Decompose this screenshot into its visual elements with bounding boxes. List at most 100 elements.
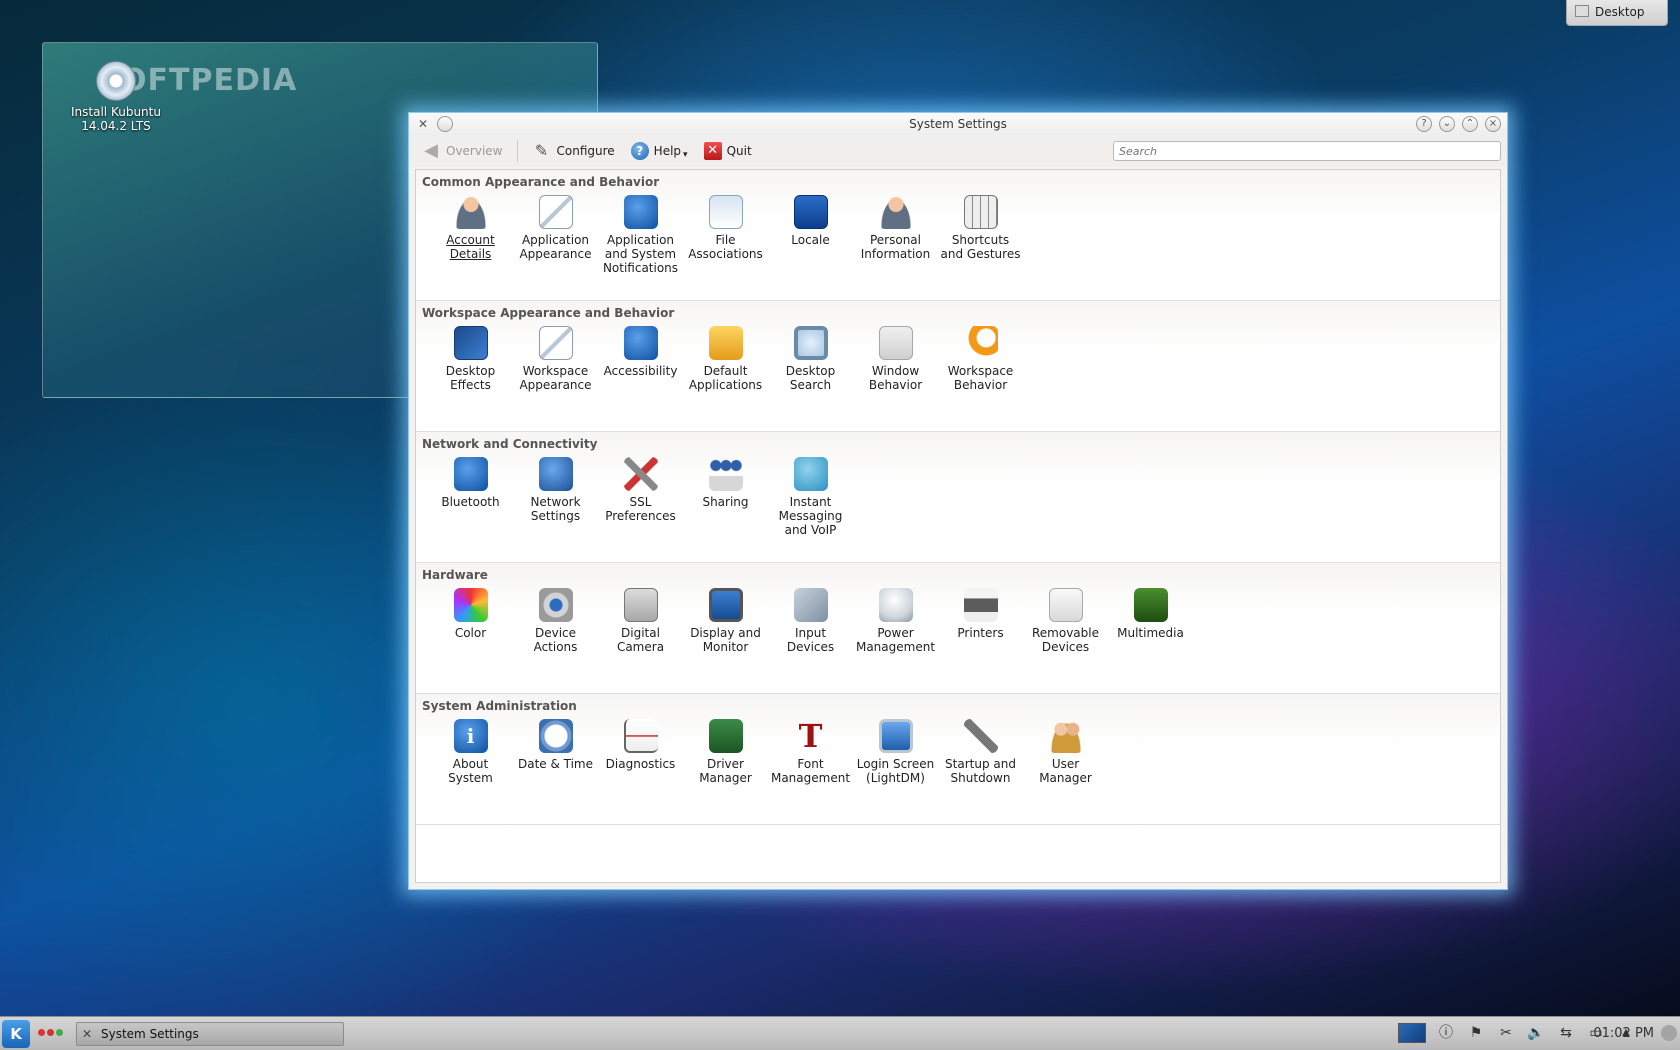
chevron-down-icon: ▾ — [683, 150, 688, 160]
settings-item[interactable]: Device Actions — [513, 586, 598, 654]
settings-item-label: Management — [855, 640, 936, 654]
minimize-button[interactable]: ⌄ — [1439, 116, 1455, 132]
settings-item[interactable]: Account Details — [428, 193, 513, 275]
maximize-button[interactable]: ⌃ — [1462, 116, 1478, 132]
settings-item-label: Workspace — [947, 364, 1014, 378]
settings-item[interactable]: Startup and Shutdown — [938, 717, 1023, 785]
settings-item[interactable]: Date & Time — [513, 717, 598, 785]
settings-item[interactable]: File Associations — [683, 193, 768, 275]
settings-item[interactable]: Input Devices — [768, 586, 853, 654]
settings-item[interactable]: Personal Information — [853, 193, 938, 275]
settings-item[interactable]: Digital Camera — [598, 586, 683, 654]
settings-item[interactable]: Workspace Appearance — [513, 324, 598, 392]
search-input[interactable] — [1113, 141, 1501, 161]
settings-item-label: and System — [604, 247, 677, 261]
settings-item[interactable]: Network Settings — [513, 455, 598, 537]
settings-item-label: and Gestures — [940, 247, 1021, 261]
desktop-icon-label-line2: 14.04.2 LTS — [81, 119, 151, 133]
settings-item[interactable]: Workspace Behavior — [938, 324, 1023, 392]
multimedia-icon — [1133, 588, 1168, 622]
settings-item-label: Effects — [450, 378, 491, 392]
keyboard-icon — [963, 195, 998, 229]
usb-icon[interactable]: ⇆ — [1556, 1023, 1576, 1043]
settings-item[interactable]: Accessibility — [598, 324, 683, 392]
settings-item-label: and VoIP — [784, 523, 837, 537]
desktop-icon-label-line1: Install Kubuntu — [71, 105, 161, 119]
info-tray-icon[interactable]: ⓘ — [1436, 1023, 1456, 1043]
bluetooth-icon — [453, 457, 488, 491]
activities-dots-icon[interactable] — [38, 1029, 63, 1036]
settings-item[interactable]: Removable Devices — [1023, 586, 1108, 654]
close-button[interactable]: × — [1485, 116, 1501, 132]
settings-item[interactable]: Default Applications — [683, 324, 768, 392]
settings-item[interactable]: Multimedia — [1108, 586, 1193, 654]
monitor-icon — [708, 588, 743, 622]
help-titlebar-button[interactable]: ? — [1416, 116, 1432, 132]
quit-button[interactable]: ✕ Quit — [698, 139, 758, 163]
settings-item-label: Manager — [699, 771, 752, 785]
settings-item[interactable]: Desktop Effects — [428, 324, 513, 392]
settings-item[interactable]: Locale — [768, 193, 853, 275]
settings-item[interactable]: Instant Messaging and VoIP — [768, 455, 853, 537]
settings-item-label: Application — [606, 233, 675, 247]
settings-item[interactable]: Application and System Notifications — [598, 193, 683, 275]
settings-item[interactable]: Bluetooth — [428, 455, 513, 537]
accessibility-icon — [623, 326, 658, 360]
settings-item-label: Power — [877, 626, 914, 640]
clock[interactable]: 01:02 PM — [1593, 1026, 1654, 1041]
flag-tray-icon[interactable]: ⚑ — [1466, 1023, 1486, 1043]
default-applications-icon — [708, 326, 743, 360]
settings-item-label: Driver — [707, 757, 744, 771]
section-title: System Administration — [422, 699, 577, 713]
file-associations-icon — [708, 195, 743, 229]
settings-item[interactable]: T Font Management — [768, 717, 853, 785]
toolbar-separator — [516, 140, 518, 162]
pin-button[interactable] — [437, 116, 453, 132]
settings-item[interactable]: Display and Monitor — [683, 586, 768, 654]
settings-item[interactable]: i About System — [428, 717, 513, 785]
quit-icon: ✕ — [703, 142, 722, 160]
settings-item[interactable]: SSL Preferences — [598, 455, 683, 537]
install-kubuntu-desktop-icon[interactable]: Install Kubuntu 14.04.2 LTS — [61, 61, 171, 133]
settings-item[interactable]: Power Management — [853, 586, 938, 654]
settings-item[interactable]: Driver Manager — [683, 717, 768, 785]
users-icon — [1048, 719, 1083, 753]
locale-flag-icon — [793, 195, 828, 229]
settings-item[interactable]: Window Behavior — [853, 324, 938, 392]
settings-item[interactable]: Login Screen (LightDM) — [853, 717, 938, 785]
volume-icon[interactable]: 🔈 — [1526, 1023, 1546, 1043]
settings-item[interactable]: User Manager — [1023, 717, 1108, 785]
workspace-appearance-icon — [538, 326, 573, 360]
settings-item[interactable]: Desktop Search — [768, 324, 853, 392]
application-launcher-icon[interactable]: K — [2, 1020, 30, 1048]
window-menu-icon[interactable]: ✕ — [415, 116, 431, 132]
settings-item[interactable]: Sharing — [683, 455, 768, 537]
settings-item[interactable]: Color — [428, 586, 513, 654]
desktop-toolbox-button[interactable]: Desktop — [1566, 0, 1668, 26]
window-titlebar[interactable]: ✕ System Settings ? ⌄ ⌃ × — [409, 113, 1507, 135]
cd-icon — [96, 61, 136, 101]
help-button[interactable]: ? Help ▾ — [625, 139, 694, 163]
overview-button[interactable]: ◀ Overview — [415, 138, 509, 164]
settings-item-label: Color — [454, 626, 487, 640]
lightbulb-icon — [878, 588, 913, 622]
workspace-behavior-icon — [963, 326, 998, 360]
settings-item-label: Locale — [791, 233, 830, 247]
panel-toolbox-icon[interactable] — [1661, 1025, 1677, 1041]
quit-label: Quit — [726, 144, 752, 158]
toolbar: ◀ Overview ✎ Configure ? Help ▾ ✕ Quit — [409, 135, 1507, 167]
settings-item-label: Search — [789, 378, 832, 392]
settings-item[interactable]: Shortcuts and Gestures — [938, 193, 1023, 275]
font-icon: T — [798, 717, 823, 755]
settings-item-label: Appearance — [519, 247, 592, 261]
settings-item[interactable]: Application Appearance — [513, 193, 598, 275]
configure-button[interactable]: ✎ Configure — [526, 138, 621, 164]
printer-icon — [963, 588, 998, 622]
settings-item[interactable]: Printers — [938, 586, 1023, 654]
pager-desktop-icon[interactable] — [1398, 1023, 1426, 1043]
section-title: Network and Connectivity — [422, 437, 598, 451]
task-system-settings[interactable]: ✕ System Settings — [76, 1022, 344, 1046]
settings-item[interactable]: Diagnostics — [598, 717, 683, 785]
klipper-scissors-icon[interactable]: ✂ — [1496, 1023, 1516, 1043]
wrench-icon — [963, 719, 998, 753]
